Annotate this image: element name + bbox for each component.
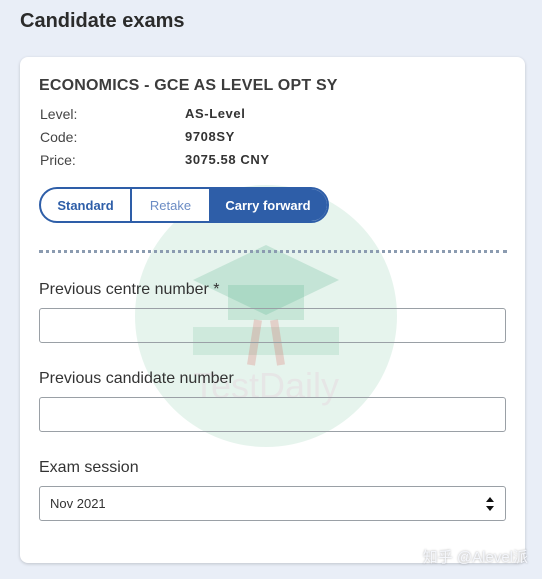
updown-arrows-icon [486,497,494,511]
page-title: Candidate exams [20,10,185,32]
previous-centre-input[interactable] [39,308,506,343]
section-divider [39,250,507,253]
level-value: AS-Level [185,106,246,121]
previous-candidate-input[interactable] [39,397,506,432]
entry-type-toggle: Standard Retake Carry forward [39,187,329,223]
standard-option[interactable]: Standard [41,189,132,221]
level-label: Level: [40,106,78,122]
exam-session-value: Nov 2021 [50,496,106,511]
price-value: 3075.58 CNY [185,152,270,167]
exam-session-select[interactable]: Nov 2021 [39,486,506,521]
zhihu-watermark: 知乎 @Alevel派 [422,549,528,566]
exam-session-label: Exam session [39,459,139,476]
code-label: Code: [40,129,78,145]
carry-forward-option[interactable]: Carry forward [209,189,327,221]
exam-card: TestDaily ECONOMICS - GCE AS LEVEL OPT S… [20,57,525,563]
previous-centre-label: Previous centre number * [39,281,220,298]
code-value: 9708SY [185,129,235,144]
retake-option[interactable]: Retake [132,189,209,221]
previous-candidate-label: Previous candidate number [39,370,234,387]
exam-title: ECONOMICS - GCE AS LEVEL OPT SY [39,77,338,94]
price-label: Price: [40,152,76,168]
